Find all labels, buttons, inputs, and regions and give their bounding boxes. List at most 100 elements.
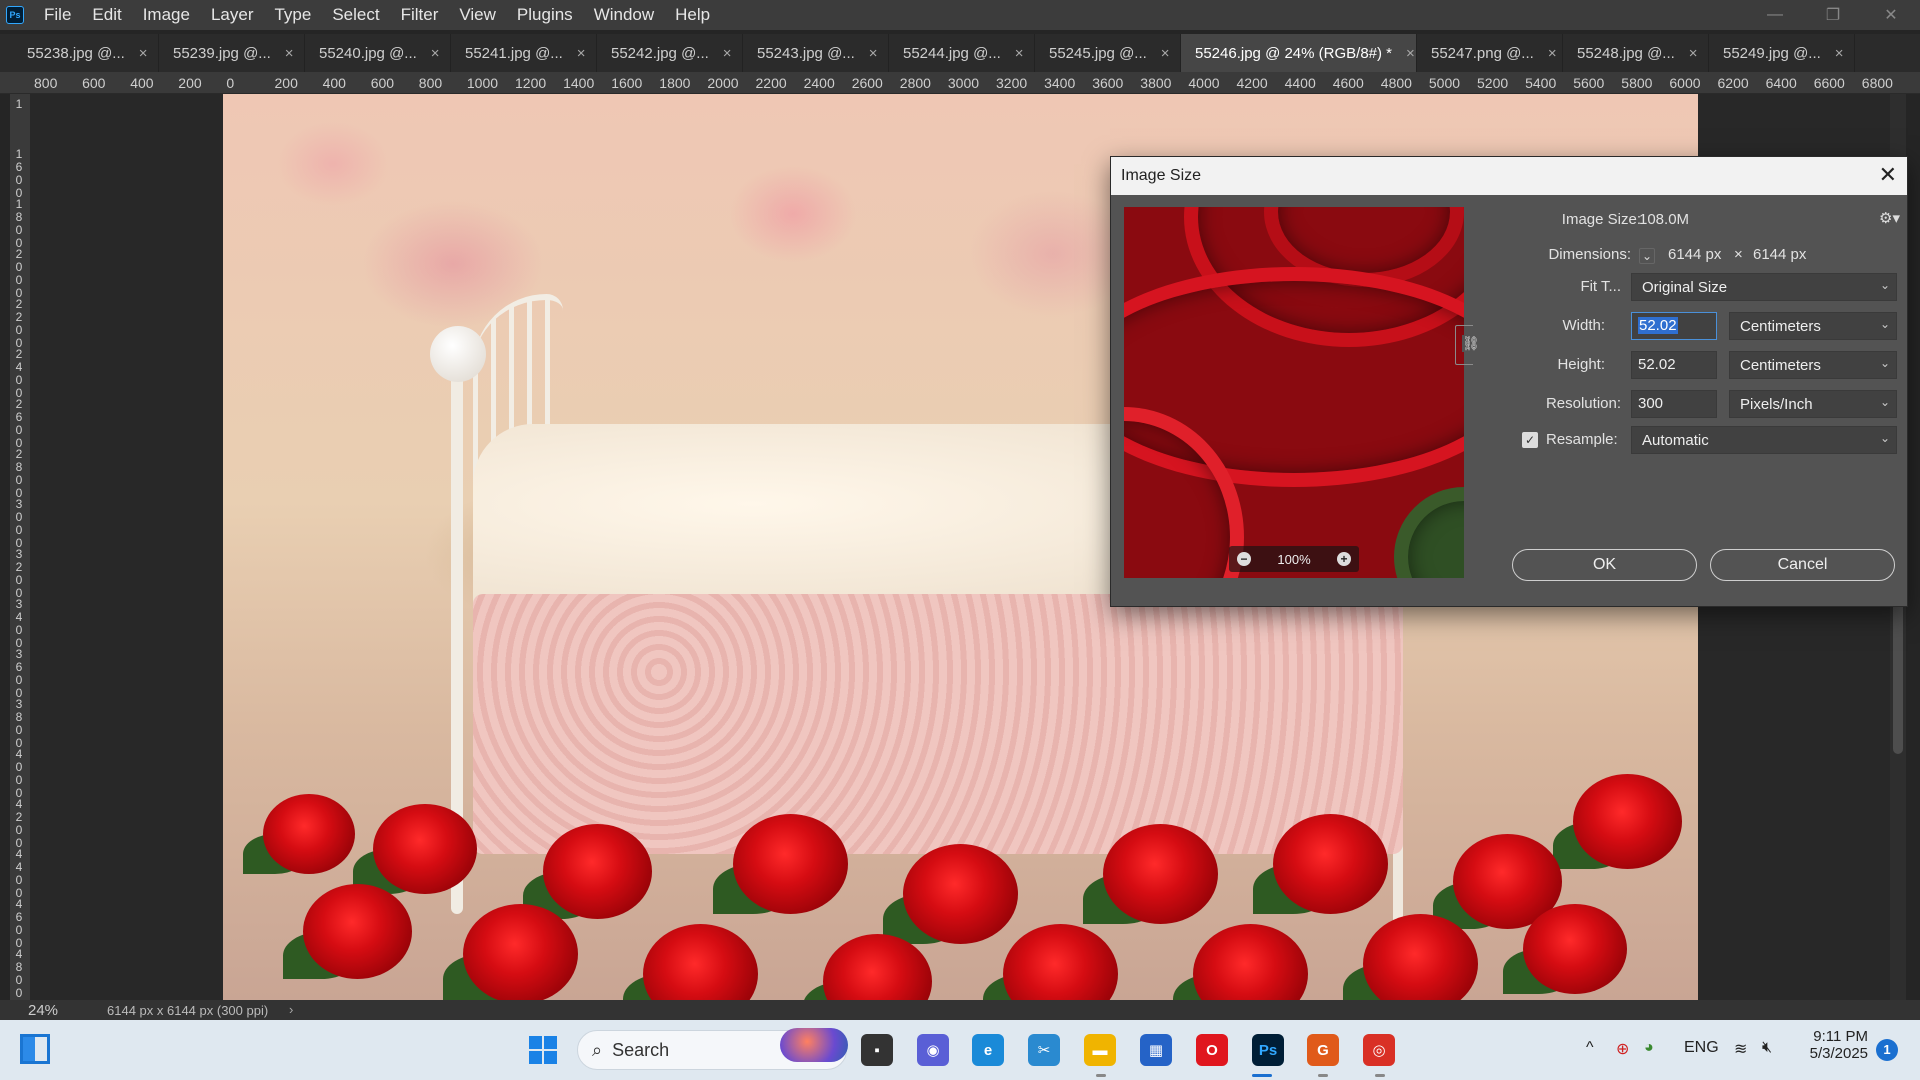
menu-view[interactable]: View	[459, 5, 496, 25]
menu-image[interactable]: Image	[143, 5, 190, 25]
document-tab[interactable]: 55242.jpg @... ×	[597, 34, 743, 72]
ruler-tick-label: 2200	[755, 75, 787, 91]
meet-icon[interactable]: ◉	[917, 1034, 949, 1066]
zoom-level[interactable]: 24%	[28, 1002, 58, 1019]
tab-close-icon[interactable]: ×	[1161, 45, 1170, 62]
menu-file[interactable]: File	[44, 5, 71, 25]
fit-to-dropdown[interactable]: Original Size ⌄	[1631, 273, 1897, 301]
tab-close-icon[interactable]: ×	[1548, 45, 1557, 62]
tab-close-icon[interactable]: ×	[139, 45, 148, 62]
menu-type[interactable]: Type	[274, 5, 311, 25]
image-size-label: Image Size:	[1561, 211, 1641, 228]
dimensions-units-dropdown[interactable]: ⌄	[1639, 248, 1655, 264]
notification-badge[interactable]: 1	[1876, 1039, 1898, 1061]
tray-app-red-icon[interactable]: ⊕	[1616, 1039, 1629, 1059]
height-input[interactable]: 52.02	[1631, 351, 1717, 379]
chrome-icon[interactable]: ◎	[1363, 1034, 1395, 1066]
document-tab[interactable]: 55238.jpg @... ×	[13, 34, 159, 72]
clock[interactable]: 9:11 PM 5/3/2025	[1800, 1028, 1868, 1062]
resolution-input[interactable]: 300	[1631, 390, 1717, 418]
opera-icon[interactable]: O	[1196, 1034, 1228, 1066]
menu-window[interactable]: Window	[594, 5, 654, 25]
status-bar: 24% 6144 px x 6144 px (300 ppi) ›	[0, 1000, 1920, 1020]
document-tab[interactable]: 55241.jpg @... ×	[451, 34, 597, 72]
tab-close-icon[interactable]: ×	[1689, 45, 1698, 62]
tab-close-icon[interactable]: ×	[1015, 45, 1024, 62]
settings-gear-icon[interactable]: ⚙▾	[1879, 209, 1900, 227]
ruler-tick-label: 800	[34, 75, 58, 91]
document-tab[interactable]: 55249.jpg @... ×	[1709, 34, 1855, 72]
ruler-tick-label: 3200	[996, 75, 1028, 91]
language-indicator[interactable]: ENG	[1684, 1039, 1719, 1057]
document-tab[interactable]: 55245.jpg @... ×	[1035, 34, 1181, 72]
ruler-tick-label: 4000	[15, 747, 23, 800]
dialog-close-button[interactable]: ✕	[1879, 163, 1897, 187]
tab-close-icon[interactable]: ×	[723, 45, 732, 62]
minimize-button[interactable]: —	[1746, 0, 1804, 30]
height-unit-dropdown[interactable]: Centimeters ⌄	[1729, 351, 1897, 379]
search-highlight-image[interactable]	[780, 1028, 848, 1062]
resample-checkbox[interactable]: ✓	[1522, 432, 1538, 448]
photoshop-logo-icon[interactable]: Ps	[6, 6, 24, 24]
height-unit-value: Centimeters	[1740, 357, 1821, 374]
zoom-out-icon[interactable]: −	[1237, 552, 1251, 566]
width-input[interactable]: 52.02	[1631, 312, 1717, 340]
vertical-ruler[interactable]: 1 1600 1800 2000 2200 2400 2600 2800 3000 3200 340…	[10, 94, 30, 1000]
close-window-button[interactable]: ✕	[1862, 0, 1920, 30]
cancel-button[interactable]: Cancel	[1710, 549, 1895, 581]
resample-dropdown[interactable]: Automatic ⌄	[1631, 426, 1897, 454]
document-tab-bar: 55238.jpg @... × 55239.jpg @... × 55240.jpg …	[0, 34, 1920, 72]
widgets-icon[interactable]	[20, 1034, 50, 1064]
tab-close-icon[interactable]: ×	[431, 45, 440, 62]
tab-close-icon[interactable]: ×	[285, 45, 294, 62]
image-preview[interactable]: − 100% +	[1124, 207, 1464, 578]
tab-close-icon[interactable]: ×	[1835, 45, 1844, 62]
ruler-tick-label: 3800	[1140, 75, 1172, 91]
rose	[1573, 774, 1683, 869]
menu-filter[interactable]: Filter	[401, 5, 439, 25]
wifi-icon[interactable]: ≋	[1734, 1039, 1747, 1059]
document-tab[interactable]: 55246.jpg @ 24% (RGB/8#) * ×	[1181, 34, 1417, 72]
zoom-in-icon[interactable]: +	[1337, 552, 1351, 566]
file-explorer-icon[interactable]: ▬	[1084, 1034, 1116, 1066]
menu-select[interactable]: Select	[332, 5, 379, 25]
volume-muted-icon[interactable]: 🔇︎	[1762, 1039, 1772, 1057]
photoshop-icon[interactable]: Ps	[1252, 1034, 1284, 1066]
restore-button[interactable]: ❐	[1804, 0, 1862, 30]
start-button-icon[interactable]	[529, 1036, 557, 1064]
tab-close-icon[interactable]: ×	[869, 45, 878, 62]
edge-icon[interactable]: e	[972, 1034, 1004, 1066]
menu-help[interactable]: Help	[675, 5, 710, 25]
tray-overflow-chevron-icon[interactable]: ^	[1586, 1039, 1594, 1057]
horizontal-ruler[interactable]: 800 600 400 200 0 200 400 600 800 1000 1200 1400 160…	[0, 72, 1920, 94]
resolution-unit-value: Pixels/Inch	[1740, 396, 1813, 413]
tab-close-icon[interactable]: ×	[1406, 45, 1415, 62]
menu-layer[interactable]: Layer	[211, 5, 254, 25]
tab-close-icon[interactable]: ×	[577, 45, 586, 62]
document-tab[interactable]: 55240.jpg @... ×	[305, 34, 451, 72]
menu-plugins[interactable]: Plugins	[517, 5, 573, 25]
bed-knob	[430, 326, 486, 382]
brave-icon[interactable]: G	[1307, 1034, 1339, 1066]
document-tab[interactable]: 55248.jpg @... ×	[1563, 34, 1709, 72]
document-tab[interactable]: 55239.jpg @... ×	[159, 34, 305, 72]
rose	[1273, 814, 1388, 914]
ok-button[interactable]: OK	[1512, 549, 1697, 581]
menu-edit[interactable]: Edit	[92, 5, 121, 25]
store-icon[interactable]: ▦	[1140, 1034, 1172, 1066]
status-menu-arrow-icon[interactable]: ›	[289, 1002, 293, 1017]
tray-app-globe-icon[interactable]: ◕	[1644, 1039, 1654, 1057]
ruler-tick-label: 2000	[15, 247, 23, 300]
document-tab[interactable]: 55243.jpg @... ×	[743, 34, 889, 72]
link-chain-icon[interactable]: ⛓	[1462, 335, 1480, 352]
ruler-tick-label: 3800	[15, 697, 23, 750]
dialog-title-bar[interactable]: Image Size ✕	[1111, 157, 1907, 195]
ruler-tick-label: 2400	[15, 347, 23, 400]
document-tab[interactable]: 55244.jpg @... ×	[889, 34, 1035, 72]
document-tab[interactable]: 55247.png @... ×	[1417, 34, 1563, 72]
snipping-icon[interactable]: ✂	[1028, 1034, 1060, 1066]
resolution-unit-dropdown[interactable]: Pixels/Inch ⌄	[1729, 390, 1897, 418]
width-unit-dropdown[interactable]: Centimeters ⌄	[1729, 312, 1897, 340]
app-running-indicator	[1252, 1074, 1272, 1077]
task-view-icon[interactable]: ▪	[861, 1034, 893, 1066]
